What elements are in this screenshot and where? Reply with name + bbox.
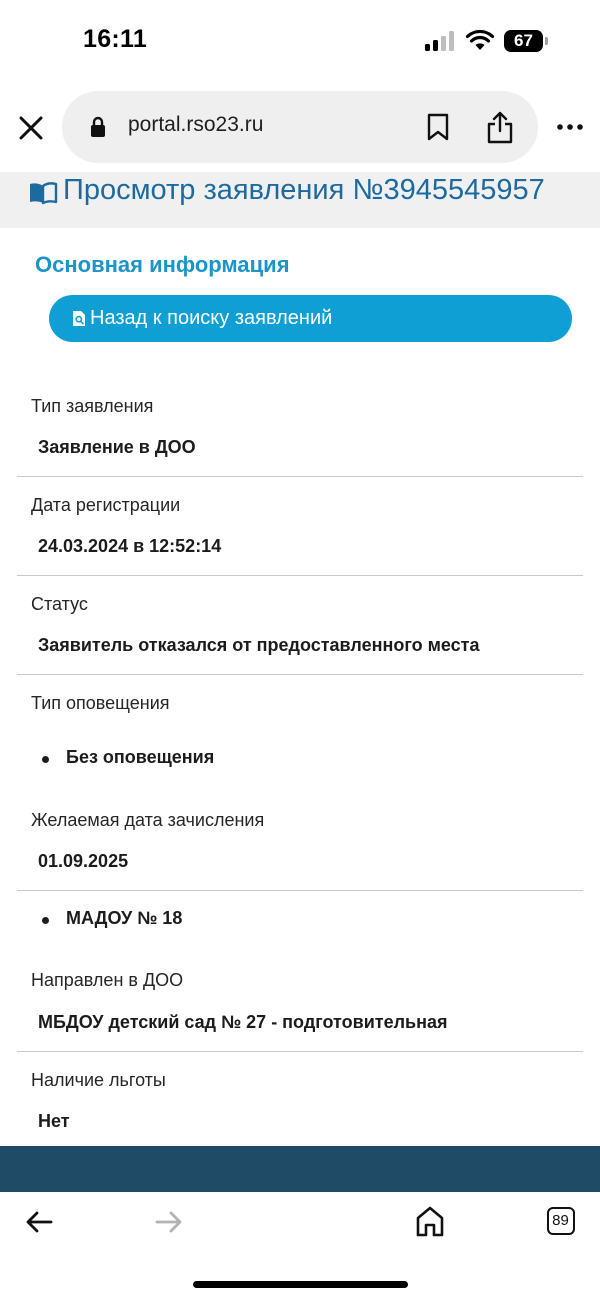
benefit-label: Наличие льготы xyxy=(31,1070,166,1090)
wifi-icon xyxy=(465,29,495,50)
notification-type-label: Тип оповещения xyxy=(31,693,170,713)
section-heading: Основная информация xyxy=(35,252,290,277)
battery-icon: 67 xyxy=(504,30,548,52)
page-footer xyxy=(0,1146,600,1192)
back-arrow-icon[interactable] xyxy=(25,1210,53,1234)
preferred-kindergarten-value: МАДОУ № 18 xyxy=(66,908,183,928)
close-icon[interactable] xyxy=(18,115,44,141)
back-to-search-button[interactable]: Назад к поиску заявлений xyxy=(49,295,572,342)
divider xyxy=(17,890,583,891)
bookmark-icon[interactable] xyxy=(426,113,450,141)
battery-level: 67 xyxy=(514,31,533,50)
tabs-icon[interactable]: 89 xyxy=(547,1207,575,1235)
more-icon[interactable] xyxy=(556,122,584,132)
status-bar: 16:11 67 xyxy=(0,0,600,80)
page-title: Просмотр заявления №3945545957 xyxy=(63,174,545,206)
application-type-label: Тип заявления xyxy=(31,396,154,416)
status-label: Статус xyxy=(31,594,88,614)
benefit-value: Нет xyxy=(38,1111,70,1131)
home-icon[interactable] xyxy=(415,1205,445,1237)
divider xyxy=(17,575,583,576)
divider xyxy=(17,674,583,675)
book-icon xyxy=(30,182,58,205)
divider xyxy=(17,1051,583,1052)
bullet-icon xyxy=(42,917,49,924)
divider xyxy=(17,476,583,477)
lock-icon xyxy=(91,116,105,137)
desired-date-value: 01.09.2025 xyxy=(38,851,129,871)
registration-date-value: 24.03.2024 в 12:52:14 xyxy=(38,536,222,556)
document-search-icon xyxy=(73,311,85,326)
assigned-to-label: Направлен в ДОО xyxy=(31,970,184,990)
notification-type-value: Без оповещения xyxy=(66,747,215,767)
status-time: 16:11 xyxy=(83,25,148,53)
desired-date-label: Желаемая дата зачисления xyxy=(31,810,265,830)
application-type-value: Заявление в ДОО xyxy=(38,437,196,457)
registration-date-label: Дата регистрации xyxy=(31,495,181,515)
back-to-search-label: Назад к поиску заявлений xyxy=(90,307,333,329)
assigned-to-value: МБДОУ детский сад № 27 - подготовительна… xyxy=(38,1012,448,1032)
share-icon[interactable] xyxy=(486,110,514,144)
bullet-icon xyxy=(42,756,49,763)
status-value: Заявитель отказался от предоставленного … xyxy=(38,635,480,655)
url-text: portal.rso23.ru xyxy=(128,113,264,136)
forward-arrow-icon xyxy=(155,1211,182,1233)
cellular-signal-icon xyxy=(425,31,457,51)
home-indicator[interactable] xyxy=(193,1281,408,1288)
tab-count: 89 xyxy=(552,1212,569,1229)
